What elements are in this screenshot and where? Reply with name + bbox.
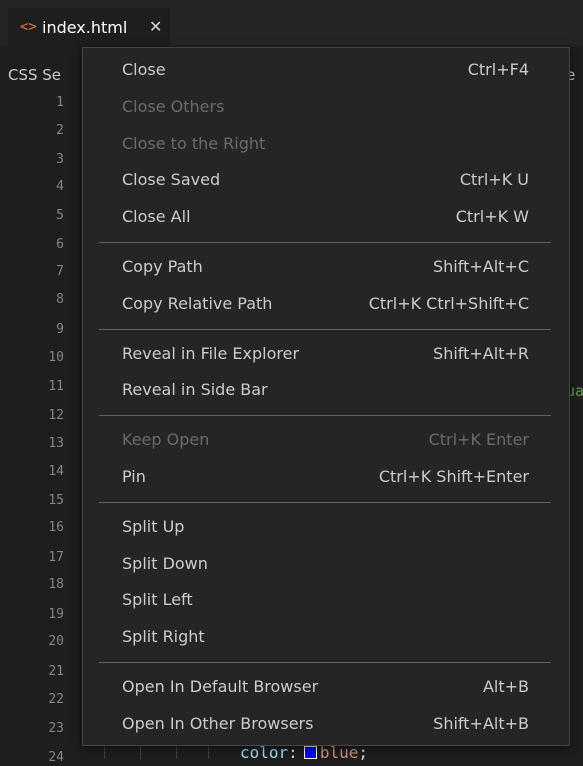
line-number: 8 xyxy=(56,292,64,307)
menu-item-label: Close to the Right xyxy=(122,133,266,153)
line-number: 22 xyxy=(48,692,64,707)
menu-item-label: Close All xyxy=(122,207,191,227)
line-number: 19 xyxy=(48,607,64,622)
menu-item-shortcut: Ctrl+K Shift+Enter xyxy=(378,467,529,486)
menu-item-open-in-default-browser[interactable]: Open In Default Browser Alt+B xyxy=(83,669,569,705)
line-number: 6 xyxy=(56,237,64,252)
menu-item-label: Keep Open xyxy=(122,430,210,450)
menu-item-label: Split Up xyxy=(122,516,185,536)
line-number: 18 xyxy=(48,577,64,592)
menu-item-shortcut: Shift+Alt+R xyxy=(433,343,529,363)
menu-separator xyxy=(99,242,551,243)
tab-index-html[interactable]: <> index.html ✕ xyxy=(8,8,170,46)
line-number: 4 xyxy=(56,179,64,194)
menu-item-label: Close xyxy=(122,60,166,79)
line-number: 15 xyxy=(48,493,64,508)
menu-item-label: Copy Path xyxy=(122,257,203,276)
menu-item-label: Pin xyxy=(122,467,146,486)
tab-bar: <> index.html ✕ xyxy=(0,0,583,46)
line-number: 7 xyxy=(56,264,64,279)
menu-item-shortcut: Ctrl+K Enter xyxy=(428,430,529,450)
menu-item-keep-open: Keep Open Ctrl+K Enter xyxy=(83,422,569,458)
line-number: 13 xyxy=(48,436,64,451)
menu-item-split-left[interactable]: Split Left xyxy=(83,582,569,618)
code-line-24[interactable]: color: blue; xyxy=(240,744,368,762)
menu-separator xyxy=(99,501,551,503)
line-number: 10 xyxy=(48,350,64,365)
menu-item-copy-path[interactable]: Copy Path Shift+Alt+C xyxy=(83,249,569,285)
menu-item-close-all[interactable]: Close All Ctrl+K W xyxy=(83,199,569,235)
tab-label[interactable]: index.html xyxy=(42,19,127,37)
line-number: 21 xyxy=(48,664,64,679)
menu-separator xyxy=(99,328,551,330)
menu-item-shortcut: Ctrl+K Ctrl+Shift+C xyxy=(368,293,529,313)
tab-context-menu: Close Ctrl+F4 Close Others Close to the Rig… xyxy=(82,47,570,746)
menu-item-open-in-other-browsers[interactable]: Open In Other Browsers Shift+Alt+B xyxy=(83,706,569,742)
html-code-icon: <> xyxy=(20,19,37,35)
line-number: 11 xyxy=(48,379,64,394)
menu-item-pin[interactable]: Pin Ctrl+K Shift+Enter xyxy=(83,459,569,495)
color-swatch[interactable] xyxy=(303,746,317,759)
line-number: 20 xyxy=(48,634,64,649)
menu-item-label: Close Others xyxy=(122,96,225,116)
menu-item-label: Split Left xyxy=(122,590,193,610)
menu-item-close-others: Close Others xyxy=(83,89,569,125)
menu-separator xyxy=(99,415,551,417)
menu-item-split-down[interactable]: Split Down xyxy=(83,546,569,582)
line-number: 12 xyxy=(48,408,64,423)
menu-item-label: Split Right xyxy=(122,627,205,647)
line-number: 2 xyxy=(56,123,64,138)
menu-item-shortcut: Shift+Alt+B xyxy=(433,713,529,733)
menu-item-close[interactable]: Close Ctrl+F4 xyxy=(83,52,569,88)
breadcrumb[interactable]: CSS Se xyxy=(8,66,61,84)
menu-item-label: Split Down xyxy=(122,553,208,573)
menu-item-shortcut: Ctrl+F4 xyxy=(467,60,529,79)
line-number: 17 xyxy=(48,550,64,565)
menu-item-split-right[interactable]: Split Right xyxy=(83,619,569,655)
menu-item-label: Reveal in Side Bar xyxy=(122,380,268,400)
menu-item-label: Close Saved xyxy=(122,170,221,190)
menu-item-shortcut: Shift+Alt+C xyxy=(432,257,529,276)
line-number: 16 xyxy=(48,520,64,535)
menu-item-close-saved[interactable]: Close Saved Ctrl+K U xyxy=(83,162,569,198)
menu-item-label: Open In Other Browsers xyxy=(122,713,314,733)
line-number: 9 xyxy=(56,322,64,337)
menu-item-copy-relative-path[interactable]: Copy Relative Path Ctrl+K Ctrl+Shift+C xyxy=(83,286,569,322)
close-icon[interactable]: ✕ xyxy=(149,18,162,36)
menu-item-label: Copy Relative Path xyxy=(122,293,273,313)
line-number: 14 xyxy=(48,464,64,479)
menu-item-reveal-in-file-explorer[interactable]: Reveal in File Explorer Shift+Alt+R xyxy=(83,336,569,372)
menu-item-split-up[interactable]: Split Up xyxy=(83,509,569,545)
line-number: 23 xyxy=(48,721,64,736)
line-number: 24 xyxy=(48,750,64,765)
menu-separator xyxy=(99,662,551,663)
menu-item-shortcut: Alt+B xyxy=(482,677,529,696)
menu-item-label: Reveal in File Explorer xyxy=(122,343,300,363)
menu-item-shortcut: Ctrl+K U xyxy=(459,170,529,190)
line-number: 1 xyxy=(56,95,64,110)
menu-item-label: Open In Default Browser xyxy=(122,677,319,696)
menu-item-reveal-in-side-bar[interactable]: Reveal in Side Bar xyxy=(83,372,569,408)
line-number: 3 xyxy=(56,152,64,167)
menu-item-close-to-the-right: Close to the Right xyxy=(83,126,569,162)
line-number: 5 xyxy=(56,208,64,223)
menu-item-shortcut: Ctrl+K W xyxy=(455,207,529,227)
